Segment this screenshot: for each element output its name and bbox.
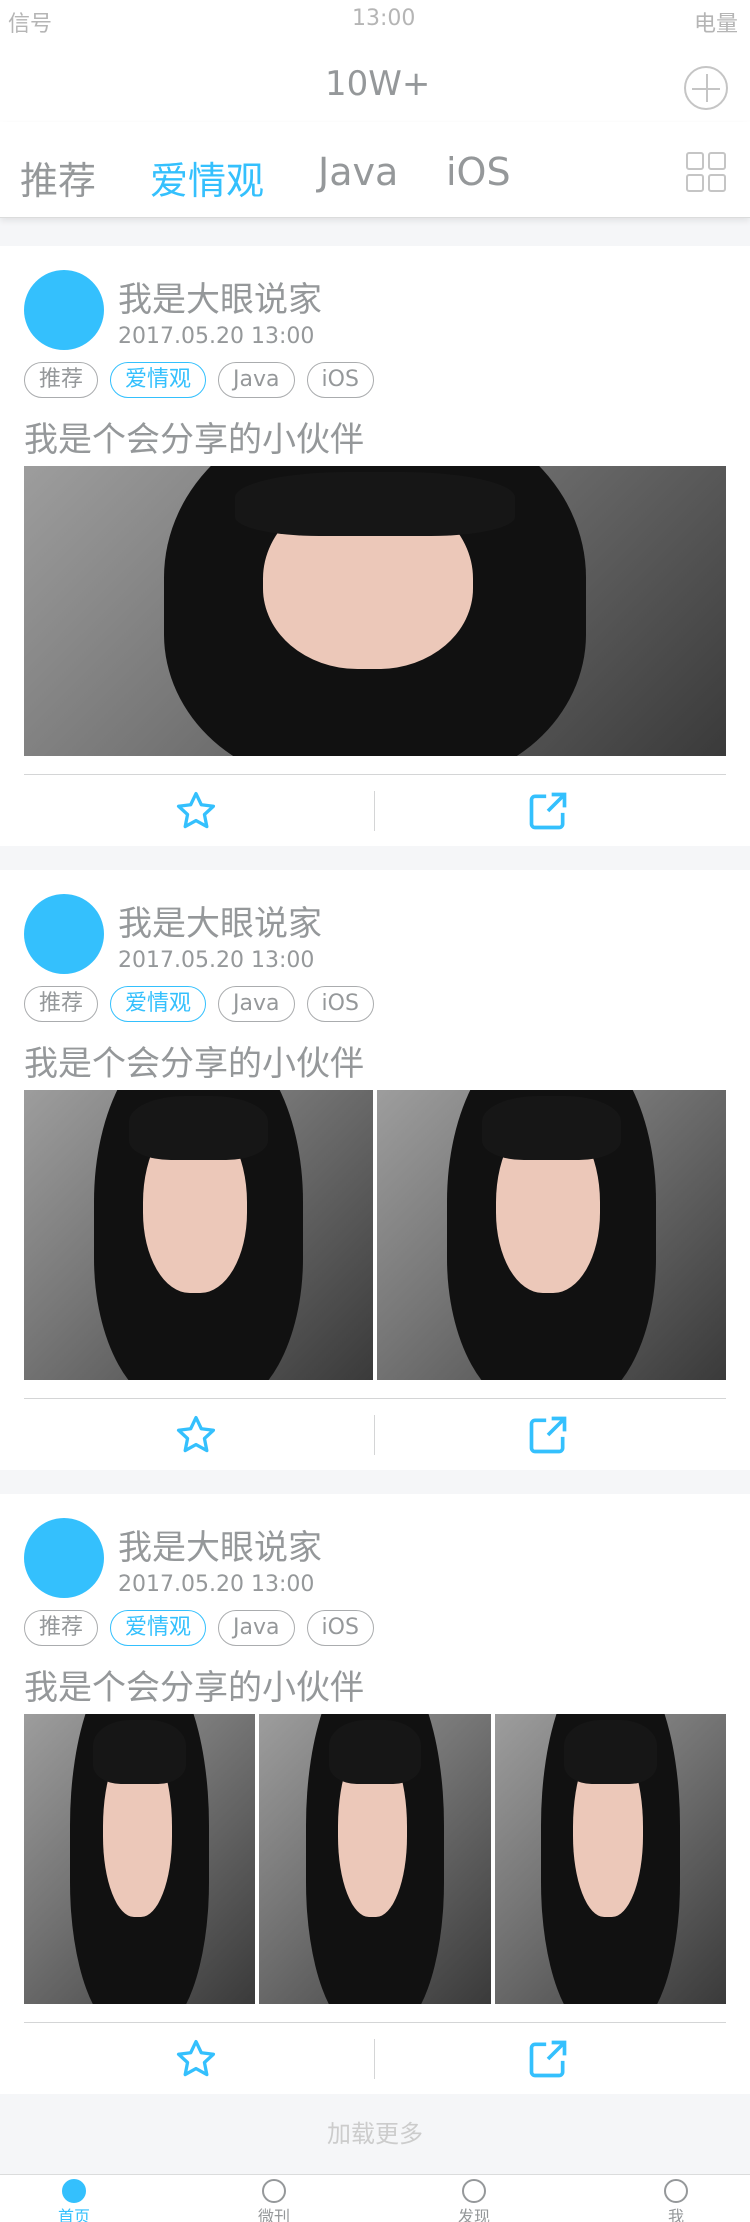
share-icon[interactable] xyxy=(526,2037,570,2081)
divider xyxy=(374,791,375,831)
nav-discover[interactable]: 发现 xyxy=(414,2177,534,2222)
nav-magazine[interactable]: 微刊 xyxy=(214,2177,334,2222)
nav-me[interactable]: 我 xyxy=(616,2177,736,2222)
tag-active[interactable]: 爱情观 xyxy=(110,1610,207,1646)
post-photo[interactable] xyxy=(24,1090,373,1380)
add-icon[interactable] xyxy=(684,66,728,110)
post-content: 我是个会分享的小伙伴 xyxy=(24,420,364,460)
star-icon[interactable] xyxy=(174,789,218,833)
post-time: 2017.05.20 13:00 xyxy=(118,324,315,349)
tag[interactable]: Java xyxy=(218,1610,295,1646)
share-icon[interactable] xyxy=(526,1413,570,1457)
tag[interactable]: 推荐 xyxy=(24,362,99,398)
post-photo[interactable] xyxy=(377,1090,726,1380)
nav-label: 发现 xyxy=(457,2207,490,2222)
post-time: 2017.05.20 13:00 xyxy=(118,948,315,973)
bottom-nav: 首页 微刊 发现 我 xyxy=(0,2174,750,2222)
tag[interactable]: 推荐 xyxy=(24,986,99,1022)
tag[interactable]: Java xyxy=(218,986,295,1022)
author-name[interactable]: 我是大眼说家 xyxy=(118,1520,322,1569)
tab-love[interactable]: 爱情观 xyxy=(150,150,264,205)
post-card: 我是大眼说家 2017.05.20 13:00 推荐 爱情观 Java iOS … xyxy=(0,1494,750,2094)
status-bar: 信号 13:00 电量 xyxy=(0,0,750,44)
battery-label: 电量 xyxy=(693,12,738,37)
grid-menu-icon[interactable] xyxy=(686,152,726,192)
nav-label: 微刊 xyxy=(257,2207,290,2222)
nav-label: 我 xyxy=(667,2207,684,2222)
post-card: 我是大眼说家 2017.05.20 13:00 推荐 爱情观 Java iOS … xyxy=(0,246,750,846)
avatar[interactable] xyxy=(24,270,104,350)
tag-list: 推荐 爱情观 Java iOS xyxy=(24,362,374,398)
post-photo[interactable] xyxy=(24,1714,256,2004)
post-content: 我是个会分享的小伙伴 xyxy=(24,1668,364,1708)
book-icon xyxy=(262,2179,286,2203)
post-photo[interactable] xyxy=(259,1714,491,2004)
home-icon xyxy=(62,2179,86,2203)
tab-java[interactable]: Java xyxy=(318,150,398,194)
author-name[interactable]: 我是大眼说家 xyxy=(118,896,322,945)
top-bar: 10W+ xyxy=(0,44,750,122)
action-bar xyxy=(0,775,750,846)
post-photo[interactable] xyxy=(494,1714,726,2004)
user-icon xyxy=(664,2179,688,2203)
action-bar xyxy=(0,1399,750,1470)
photo-grid xyxy=(24,466,726,756)
nav-label: 首页 xyxy=(57,2207,90,2222)
share-icon[interactable] xyxy=(526,789,570,833)
post-card: 我是大眼说家 2017.05.20 13:00 推荐 爱情观 Java iOS … xyxy=(0,870,750,1470)
star-icon[interactable] xyxy=(174,1413,218,1457)
author-name[interactable]: 我是大眼说家 xyxy=(118,272,322,321)
tag-active[interactable]: 爱情观 xyxy=(110,986,207,1022)
star-icon[interactable] xyxy=(174,2037,218,2081)
tag[interactable]: iOS xyxy=(306,1610,374,1646)
post-content: 我是个会分享的小伙伴 xyxy=(24,1044,364,1084)
photo-grid xyxy=(24,1090,726,1380)
signal-label: 信号 xyxy=(8,12,53,37)
tag[interactable]: iOS xyxy=(306,362,374,398)
tag-list: 推荐 爱情观 Java iOS xyxy=(24,986,374,1022)
eye-icon xyxy=(462,2179,486,2203)
tab-recommend[interactable]: 推荐 xyxy=(20,150,96,205)
avatar[interactable] xyxy=(24,1518,104,1598)
tab-ios[interactable]: iOS xyxy=(446,150,511,194)
nav-home[interactable]: 首页 xyxy=(14,2177,134,2222)
tag-active[interactable]: 爱情观 xyxy=(110,362,207,398)
status-time: 13:00 xyxy=(352,6,416,31)
avatar[interactable] xyxy=(24,894,104,974)
load-more[interactable]: 加载更多 xyxy=(0,2094,750,2174)
photo-grid xyxy=(24,1714,726,2004)
follower-count: 10W+ xyxy=(325,64,431,104)
divider xyxy=(374,1415,375,1455)
action-bar xyxy=(0,2023,750,2094)
tag-list: 推荐 爱情观 Java iOS xyxy=(24,1610,374,1646)
divider xyxy=(374,2039,375,2079)
category-tabs: 推荐 爱情观 Java iOS xyxy=(0,122,750,218)
tag[interactable]: iOS xyxy=(306,986,374,1022)
tag[interactable]: 推荐 xyxy=(24,1610,99,1646)
post-time: 2017.05.20 13:00 xyxy=(118,1572,315,1597)
post-photo[interactable] xyxy=(24,466,726,756)
tag[interactable]: Java xyxy=(218,362,295,398)
